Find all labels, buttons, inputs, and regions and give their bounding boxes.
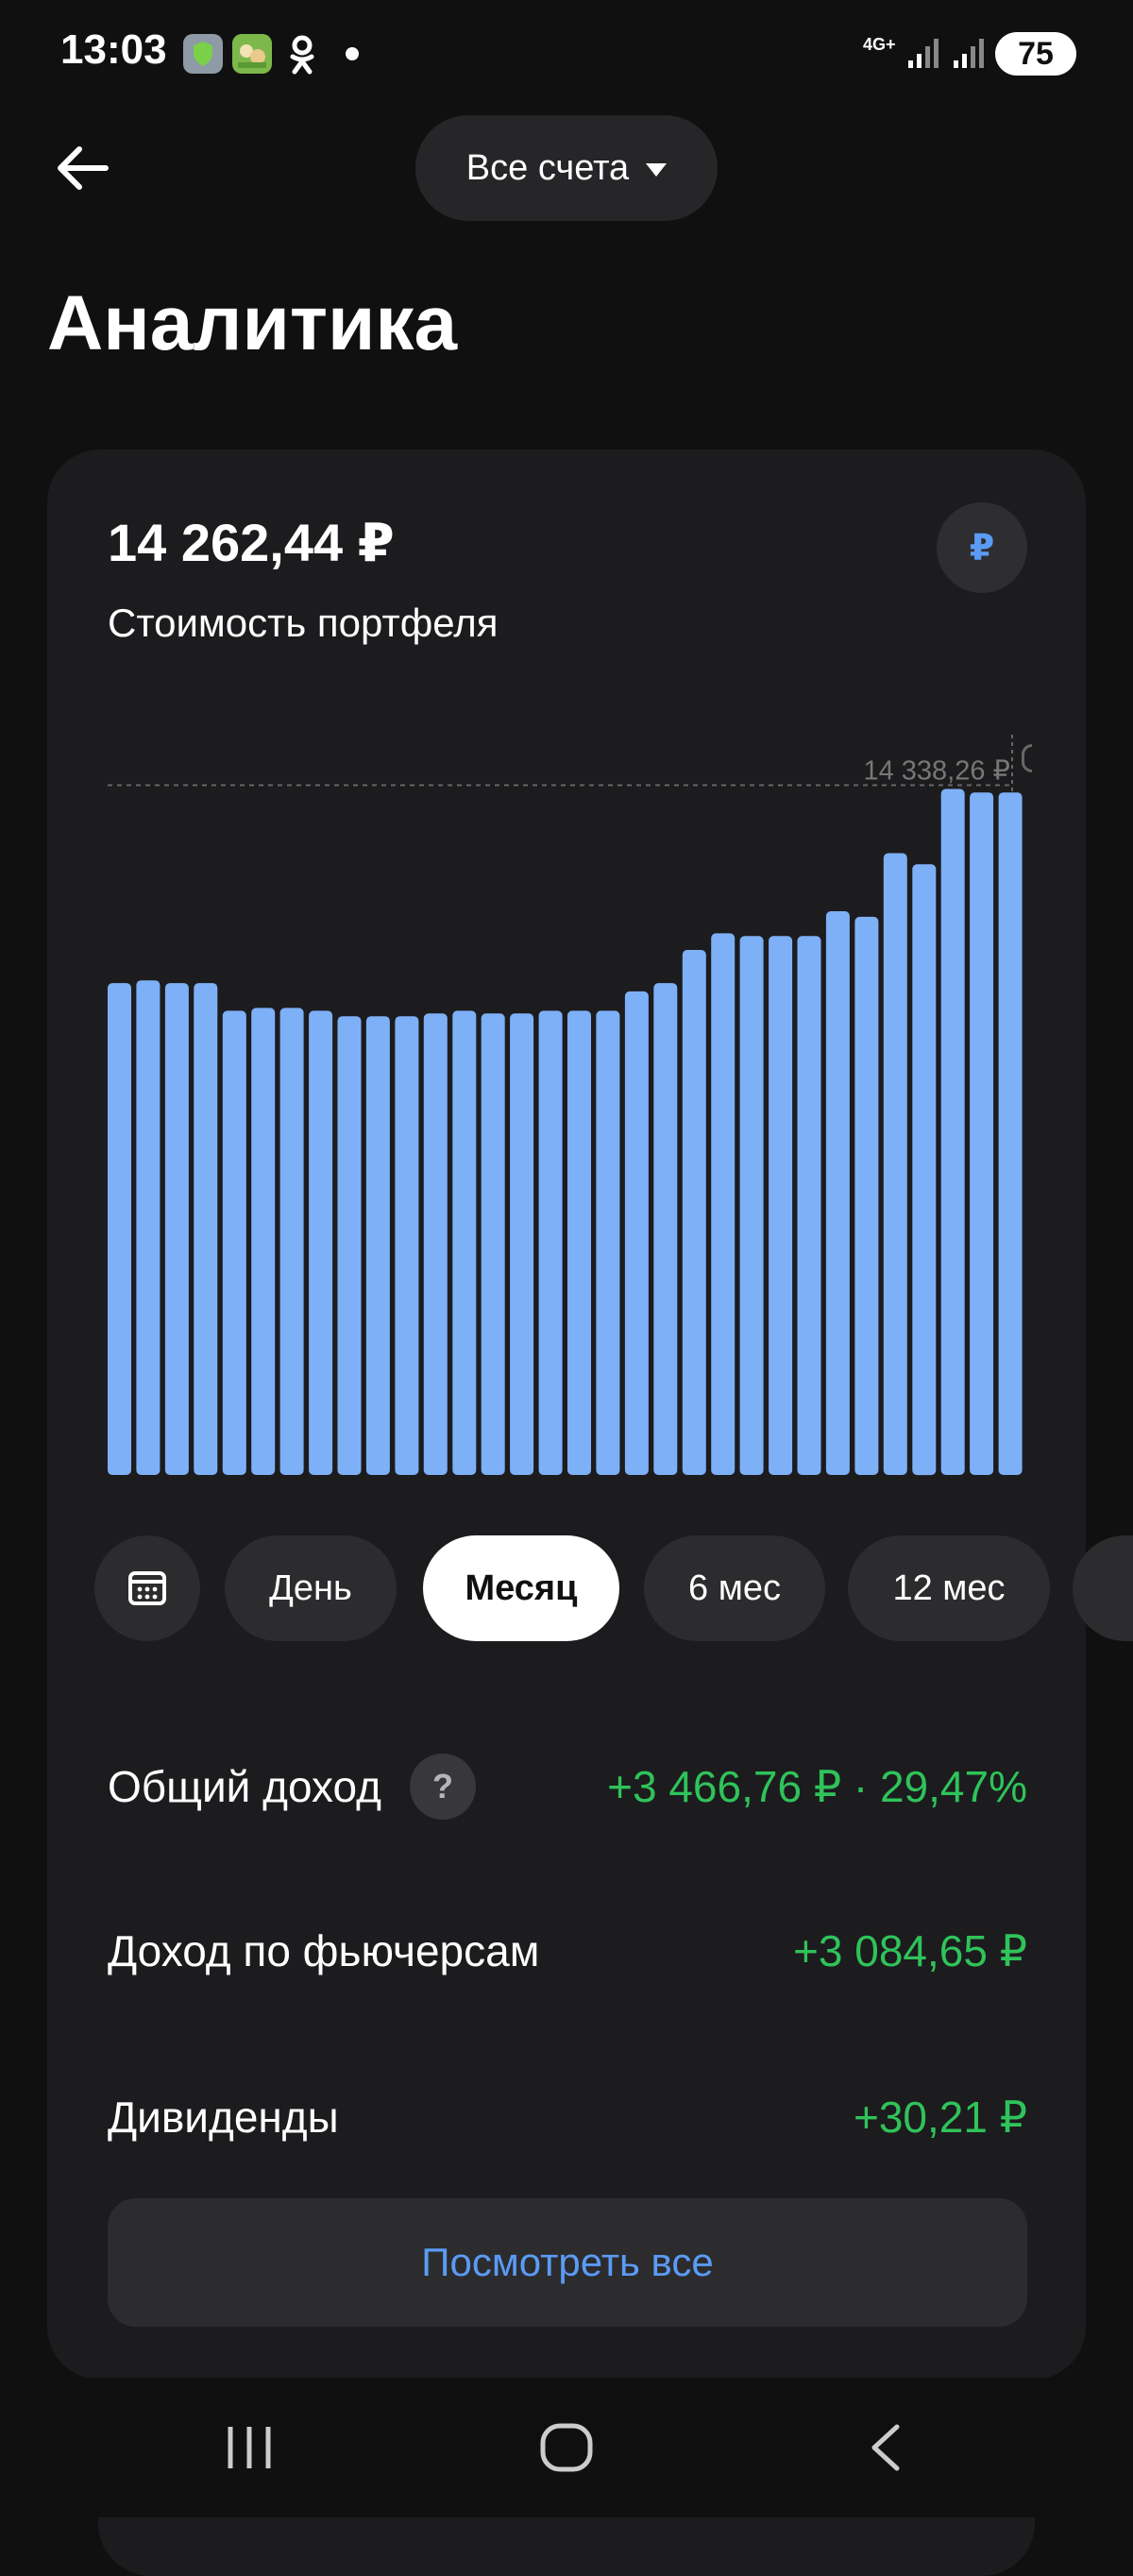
dividends-label: Дивиденды <box>108 2093 339 2142</box>
arrow-left-icon <box>58 146 109 190</box>
chart-bar[interactable] <box>998 792 1023 1475</box>
chart-bar[interactable] <box>136 980 161 1475</box>
chart-bar[interactable] <box>538 1010 563 1475</box>
chart-bar[interactable] <box>797 936 821 1475</box>
signal-icon-2 <box>954 36 986 75</box>
dot-icon <box>346 47 359 60</box>
chart-bar[interactable] <box>423 1013 448 1475</box>
chart-bar[interactable] <box>567 1010 591 1475</box>
chart-max-label: 14 338,26 ₽ <box>863 755 1010 786</box>
recent-apps-button[interactable] <box>202 2400 296 2495</box>
chart-bars <box>108 788 1023 1476</box>
chart-bar[interactable] <box>309 1010 333 1475</box>
chart-bar[interactable] <box>653 983 678 1475</box>
chart-bar[interactable] <box>970 792 994 1475</box>
futures-income-label: Доход по фьючерсам <box>108 1926 540 1975</box>
shield-app-icon <box>183 34 223 74</box>
see-all-button[interactable]: Посмотреть все <box>108 2198 1027 2327</box>
chart-bar[interactable] <box>452 1010 477 1475</box>
signal-icon <box>908 36 940 75</box>
recent-apps-icon <box>228 2427 271 2468</box>
chart-bar[interactable] <box>682 950 706 1475</box>
chart-bar[interactable] <box>739 936 764 1475</box>
portfolio-label: Стоимость портфеля <box>108 601 499 645</box>
help-icon[interactable]: ? <box>409 1754 476 1820</box>
chart-bar[interactable] <box>279 1008 304 1475</box>
period-month-chip[interactable]: Месяц <box>423 1535 619 1641</box>
battery-icon: 75 <box>995 32 1076 76</box>
ruble-icon: ₽ <box>969 528 995 568</box>
home-button[interactable] <box>519 2400 614 2495</box>
total-income-value: +3 466,76 ₽ · 29,47% <box>607 1762 1027 1811</box>
dividends-row[interactable]: Дивиденды +30,21 ₽ <box>108 2079 1027 2155</box>
futures-income-row[interactable]: Доход по фьючерсам +3 084,65 ₽ <box>108 1913 1027 1989</box>
system-nav-bar <box>0 2378 1133 2517</box>
account-select-label: Все счета <box>465 147 630 188</box>
futures-income-value: +3 084,65 ₽ <box>793 1926 1027 1975</box>
status-bar: 13:03 4G+ 75 <box>0 0 1133 106</box>
network-label: 4G+ <box>863 35 896 54</box>
calendar-icon <box>128 1571 166 1605</box>
chart-marker-text <box>1022 744 1032 772</box>
caret-down-icon <box>646 163 668 177</box>
chart-bar[interactable] <box>108 983 131 1475</box>
chart-bar[interactable] <box>251 1008 276 1475</box>
chart-bar[interactable] <box>395 1016 419 1475</box>
analytics-card: 14 262,44 ₽ Стоимость портфеля ₽ 14 338,… <box>47 449 1086 2380</box>
portfolio-chart[interactable]: 14 338,26 ₽ <box>47 723 1086 1479</box>
status-time: 13:03 <box>60 26 167 73</box>
period-selector: День Месяц 6 мес 12 мес <box>0 1535 1133 1641</box>
calendar-button[interactable] <box>94 1535 200 1641</box>
game-app-icon <box>232 34 272 74</box>
chart-bar[interactable] <box>825 911 850 1475</box>
period-12m-chip[interactable]: 12 мес <box>848 1535 1050 1641</box>
chart-bar[interactable] <box>596 1010 620 1475</box>
dividends-value: +30,21 ₽ <box>853 2093 1027 2142</box>
chart-bar[interactable] <box>510 1013 534 1475</box>
chart-bar[interactable] <box>194 983 218 1475</box>
page-title: Аналитика <box>47 280 458 366</box>
home-icon <box>540 2423 593 2472</box>
back-button[interactable] <box>49 134 117 202</box>
account-select[interactable]: Все счета <box>415 115 718 221</box>
currency-button[interactable]: ₽ <box>937 502 1027 593</box>
period-6m-chip[interactable]: 6 мес <box>644 1535 825 1641</box>
back-nav-button[interactable] <box>838 2400 933 2495</box>
chart-bar[interactable] <box>769 936 793 1475</box>
portfolio-value: 14 262,44 ₽ <box>108 513 395 572</box>
chart-bar[interactable] <box>481 1013 505 1475</box>
chart-bar[interactable] <box>940 788 965 1476</box>
back-nav-icon <box>871 2424 900 2471</box>
total-income-label: Общий доход <box>108 1762 381 1811</box>
period-day-chip[interactable]: День <box>225 1535 397 1641</box>
chart-bar[interactable] <box>365 1016 390 1475</box>
odnoklassniki-icon <box>283 34 321 76</box>
chart-bar[interactable] <box>711 933 736 1475</box>
period-more-chip[interactable] <box>1073 1535 1133 1641</box>
chart-bar[interactable] <box>883 853 907 1476</box>
chart-bar[interactable] <box>337 1016 362 1475</box>
chart-bar[interactable] <box>854 916 879 1475</box>
chart-bar[interactable] <box>222 1010 246 1475</box>
total-income-row[interactable]: Общий доход ? +3 466,76 ₽ · 29,47% <box>108 1749 1027 1824</box>
total-income-label-group: Общий доход ? <box>108 1754 476 1820</box>
chart-bar[interactable] <box>164 983 189 1475</box>
chart-bar[interactable] <box>624 991 649 1475</box>
chart-bar[interactable] <box>912 864 937 1476</box>
